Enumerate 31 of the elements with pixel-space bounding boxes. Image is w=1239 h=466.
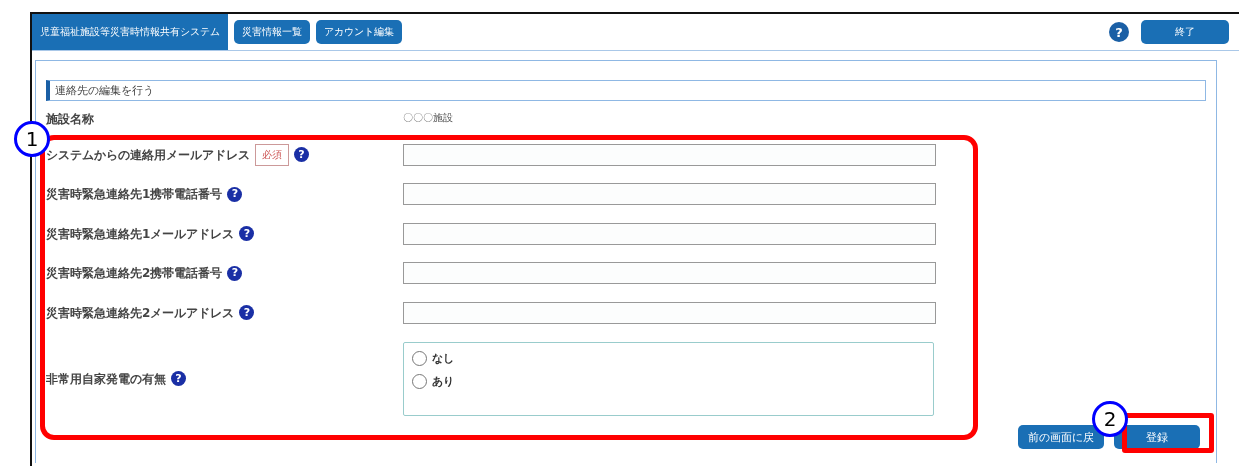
help-icon[interactable]: ? bbox=[1109, 22, 1129, 42]
input-field[interactable] bbox=[403, 301, 936, 324]
nav-tab[interactable]: 災害情報一覧 bbox=[234, 20, 310, 44]
help-icon[interactable]: ? bbox=[171, 371, 186, 386]
nav-tab[interactable]: アカウント編集 bbox=[316, 20, 402, 44]
field-label: 災害時緊急連絡先1メールアドレス bbox=[46, 225, 235, 242]
help-icon[interactable]: ? bbox=[239, 226, 255, 242]
field-label: 災害時緊急連絡先2メールアドレス bbox=[46, 304, 235, 321]
help-icon[interactable]: ? bbox=[294, 147, 309, 163]
radio-label: あり bbox=[432, 373, 454, 389]
field-label: 非常用自家発電の有無 bbox=[46, 370, 166, 387]
callout-number: 2 bbox=[1092, 401, 1128, 437]
section-title: 連絡先の編集を行う bbox=[55, 83, 154, 98]
register-button[interactable]: 登録 bbox=[1114, 425, 1200, 449]
nav-tab[interactable]: 児童福祉施設等災害時情報共有システム bbox=[32, 14, 228, 50]
input-field[interactable] bbox=[403, 222, 936, 245]
input-field[interactable] bbox=[403, 183, 936, 206]
radio-button[interactable] bbox=[412, 373, 427, 389]
help-icon[interactable]: ? bbox=[227, 186, 243, 202]
help-icon[interactable]: ? bbox=[239, 305, 255, 321]
radio-label: なし bbox=[432, 350, 454, 366]
input-field[interactable] bbox=[403, 143, 936, 166]
back-button[interactable]: 前の画面に戻 bbox=[1018, 425, 1104, 449]
field-label: 災害時緊急連絡先1携帯電話番号 bbox=[46, 186, 223, 203]
facility-name: 〇〇〇施設 bbox=[403, 111, 453, 125]
help-icon[interactable]: ? bbox=[227, 265, 243, 281]
exit-button[interactable]: 終了 bbox=[1141, 20, 1229, 44]
radio-button[interactable] bbox=[412, 350, 427, 366]
field-label: 災害時緊急連絡先2携帯電話番号 bbox=[46, 265, 223, 282]
input-field[interactable] bbox=[403, 262, 936, 285]
required-badge: 必須 bbox=[255, 143, 289, 166]
